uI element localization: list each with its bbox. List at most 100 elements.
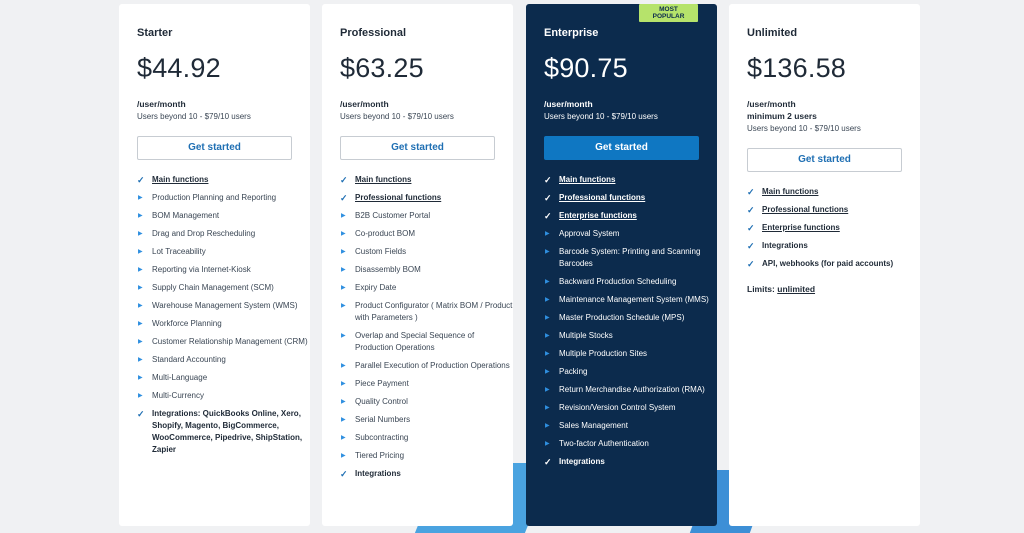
feature-label: Product Configurator ( Matrix BOM / Prod…	[355, 301, 513, 322]
badge-line: POPULAR	[652, 13, 685, 20]
feature-label: Return Merchandise Authorization (RMA)	[559, 385, 705, 394]
arrow-right-icon: ▶	[545, 315, 550, 321]
feature-item: ▶ Piece Payment	[340, 378, 513, 390]
feature-label: Main functions	[559, 175, 616, 184]
feature-item: ▶ BOM Management	[137, 210, 310, 222]
arrow-right-icon: ▶	[138, 357, 143, 363]
check-icon: ✓	[137, 409, 145, 419]
arrow-right-icon: ▶	[545, 369, 550, 375]
feature-item[interactable]: ✓ Professional functions	[747, 204, 920, 216]
check-icon: ✓	[544, 211, 552, 221]
feature-label: Integrations	[355, 469, 401, 478]
arrow-right-icon: ▶	[545, 333, 550, 339]
feature-label: Subcontracting	[355, 433, 409, 442]
check-icon: ✓	[544, 193, 552, 203]
feature-label: Integrations: QuickBooks Online, Xero, S…	[152, 409, 303, 454]
feature-item: ▶ Multiple Production Sites	[544, 348, 717, 360]
feature-list: ✓ Main functions ▶ Production Planning and …	[137, 174, 310, 456]
arrow-right-icon: ▶	[138, 303, 143, 309]
feature-item: ▶ Drag and Drop Rescheduling	[137, 228, 310, 240]
feature-item: ▶ Warehouse Management System (WMS)	[137, 300, 310, 312]
feature-label: Customer Relationship Management (CRM)	[152, 337, 308, 346]
feature-item: ▶ Lot Traceability	[137, 246, 310, 258]
arrow-right-icon: ▶	[138, 375, 143, 381]
feature-item: ▶ B2B Customer Portal	[340, 210, 513, 222]
feature-label: Sales Management	[559, 421, 628, 430]
feature-list: ✓ Main functions ✓ Professional functions ✓ E…	[747, 186, 920, 270]
feature-item[interactable]: ✓ Enterprise functions	[747, 222, 920, 234]
feature-label: Enterprise functions	[559, 211, 637, 220]
extra-users-note: Users beyond 10 - $79/10 users	[137, 112, 251, 121]
feature-label: Two-factor Authentication	[559, 439, 649, 448]
get-started-button[interactable]: Get started	[137, 136, 292, 160]
feature-item: ▶ Master Production Schedule (MPS)	[544, 312, 717, 324]
feature-label: Barcode System: Printing and Scanning Ba…	[559, 247, 701, 268]
feature-item: ▶ Return Merchandise Authorization (RMA)	[544, 384, 717, 396]
feature-item: ▶ Revision/Version Control System	[544, 402, 717, 414]
get-started-button[interactable]: Get started	[747, 148, 902, 172]
get-started-button[interactable]: Get started	[544, 136, 699, 160]
feature-item: ▶ Custom Fields	[340, 246, 513, 258]
feature-item[interactable]: ✓ Main functions	[747, 186, 920, 198]
feature-label: Main functions	[762, 187, 819, 196]
arrow-right-icon: ▶	[341, 435, 346, 441]
feature-item[interactable]: ✓ Enterprise functions	[544, 210, 717, 222]
feature-label: Maintenance Management System (MMS)	[559, 295, 709, 304]
feature-list: ✓ Main functions ✓ Professional functions ✓ E…	[544, 174, 717, 468]
feature-label: Workforce Planning	[152, 319, 222, 328]
feature-label: Multi-Currency	[152, 391, 205, 400]
feature-label: Custom Fields	[355, 247, 407, 256]
feature-item: ▶ Workforce Planning	[137, 318, 310, 330]
feature-item: ✓ Integrations: QuickBooks Online, Xero, …	[137, 408, 310, 456]
feature-item: ▶ Customer Relationship Management (CRM)	[137, 336, 310, 348]
arrow-right-icon: ▶	[138, 339, 143, 345]
check-icon: ✓	[747, 205, 755, 215]
feature-label: Master Production Schedule (MPS)	[559, 313, 685, 322]
feature-label: Packing	[559, 367, 588, 376]
feature-item: ▶ Expiry Date	[340, 282, 513, 294]
plan-name: Starter	[137, 27, 173, 39]
arrow-right-icon: ▶	[545, 249, 550, 255]
feature-item: ▶ Maintenance Management System (MMS)	[544, 294, 717, 306]
check-icon: ✓	[544, 457, 552, 467]
feature-label: Multi-Language	[152, 373, 208, 382]
check-icon: ✓	[747, 223, 755, 233]
feature-item[interactable]: ✓ Professional functions	[544, 192, 717, 204]
feature-label: Integrations	[762, 241, 808, 250]
feature-label: BOM Management	[152, 211, 220, 220]
check-icon: ✓	[544, 175, 552, 185]
feature-item: ▶ Two-factor Authentication	[544, 438, 717, 450]
feature-label: API, webhooks (for paid accounts)	[762, 259, 894, 268]
feature-label: Serial Numbers	[355, 415, 411, 424]
feature-item: ▶ Serial Numbers	[340, 414, 513, 426]
feature-item: ▶ Product Configurator ( Matrix BOM / Pro…	[340, 300, 513, 324]
feature-item[interactable]: ✓ Main functions	[340, 174, 513, 186]
feature-item[interactable]: ✓ Main functions	[137, 174, 310, 186]
arrow-right-icon: ▶	[341, 333, 346, 339]
feature-item: ▶ Parallel Execution of Production Operat…	[340, 360, 513, 372]
feature-label: Supply Chain Management (SCM)	[152, 283, 274, 292]
check-icon: ✓	[137, 175, 145, 185]
limits-info: Limits: unlimited	[747, 284, 920, 294]
extra-users-note: Users beyond 10 - $79/10 users	[747, 124, 861, 133]
feature-label: Co-product BOM	[355, 229, 416, 238]
feature-label: Reporting via Internet-Kiosk	[152, 265, 251, 274]
feature-item[interactable]: ✓ Main functions	[544, 174, 717, 186]
feature-item[interactable]: ✓ Professional functions	[340, 192, 513, 204]
limits-value-link[interactable]: unlimited	[777, 284, 815, 294]
feature-label: Professional functions	[559, 193, 646, 202]
arrow-right-icon: ▶	[138, 285, 143, 291]
arrow-right-icon: ▶	[341, 213, 346, 219]
feature-label: Multiple Stocks	[559, 331, 613, 340]
arrow-right-icon: ▶	[545, 351, 550, 357]
feature-label: Approval System	[559, 229, 620, 238]
feature-label: Revision/Version Control System	[559, 403, 676, 412]
plan-name: Unlimited	[747, 27, 798, 39]
feature-label: Production Planning and Reporting	[152, 193, 277, 202]
plan-card-professional: Professional $63.25 /user/month Users be…	[322, 4, 513, 526]
get-started-button[interactable]: Get started	[340, 136, 495, 160]
arrow-right-icon: ▶	[138, 267, 143, 273]
arrow-right-icon: ▶	[341, 303, 346, 309]
feature-label: Professional functions	[762, 205, 849, 214]
badge-line: MOST	[659, 5, 678, 13]
